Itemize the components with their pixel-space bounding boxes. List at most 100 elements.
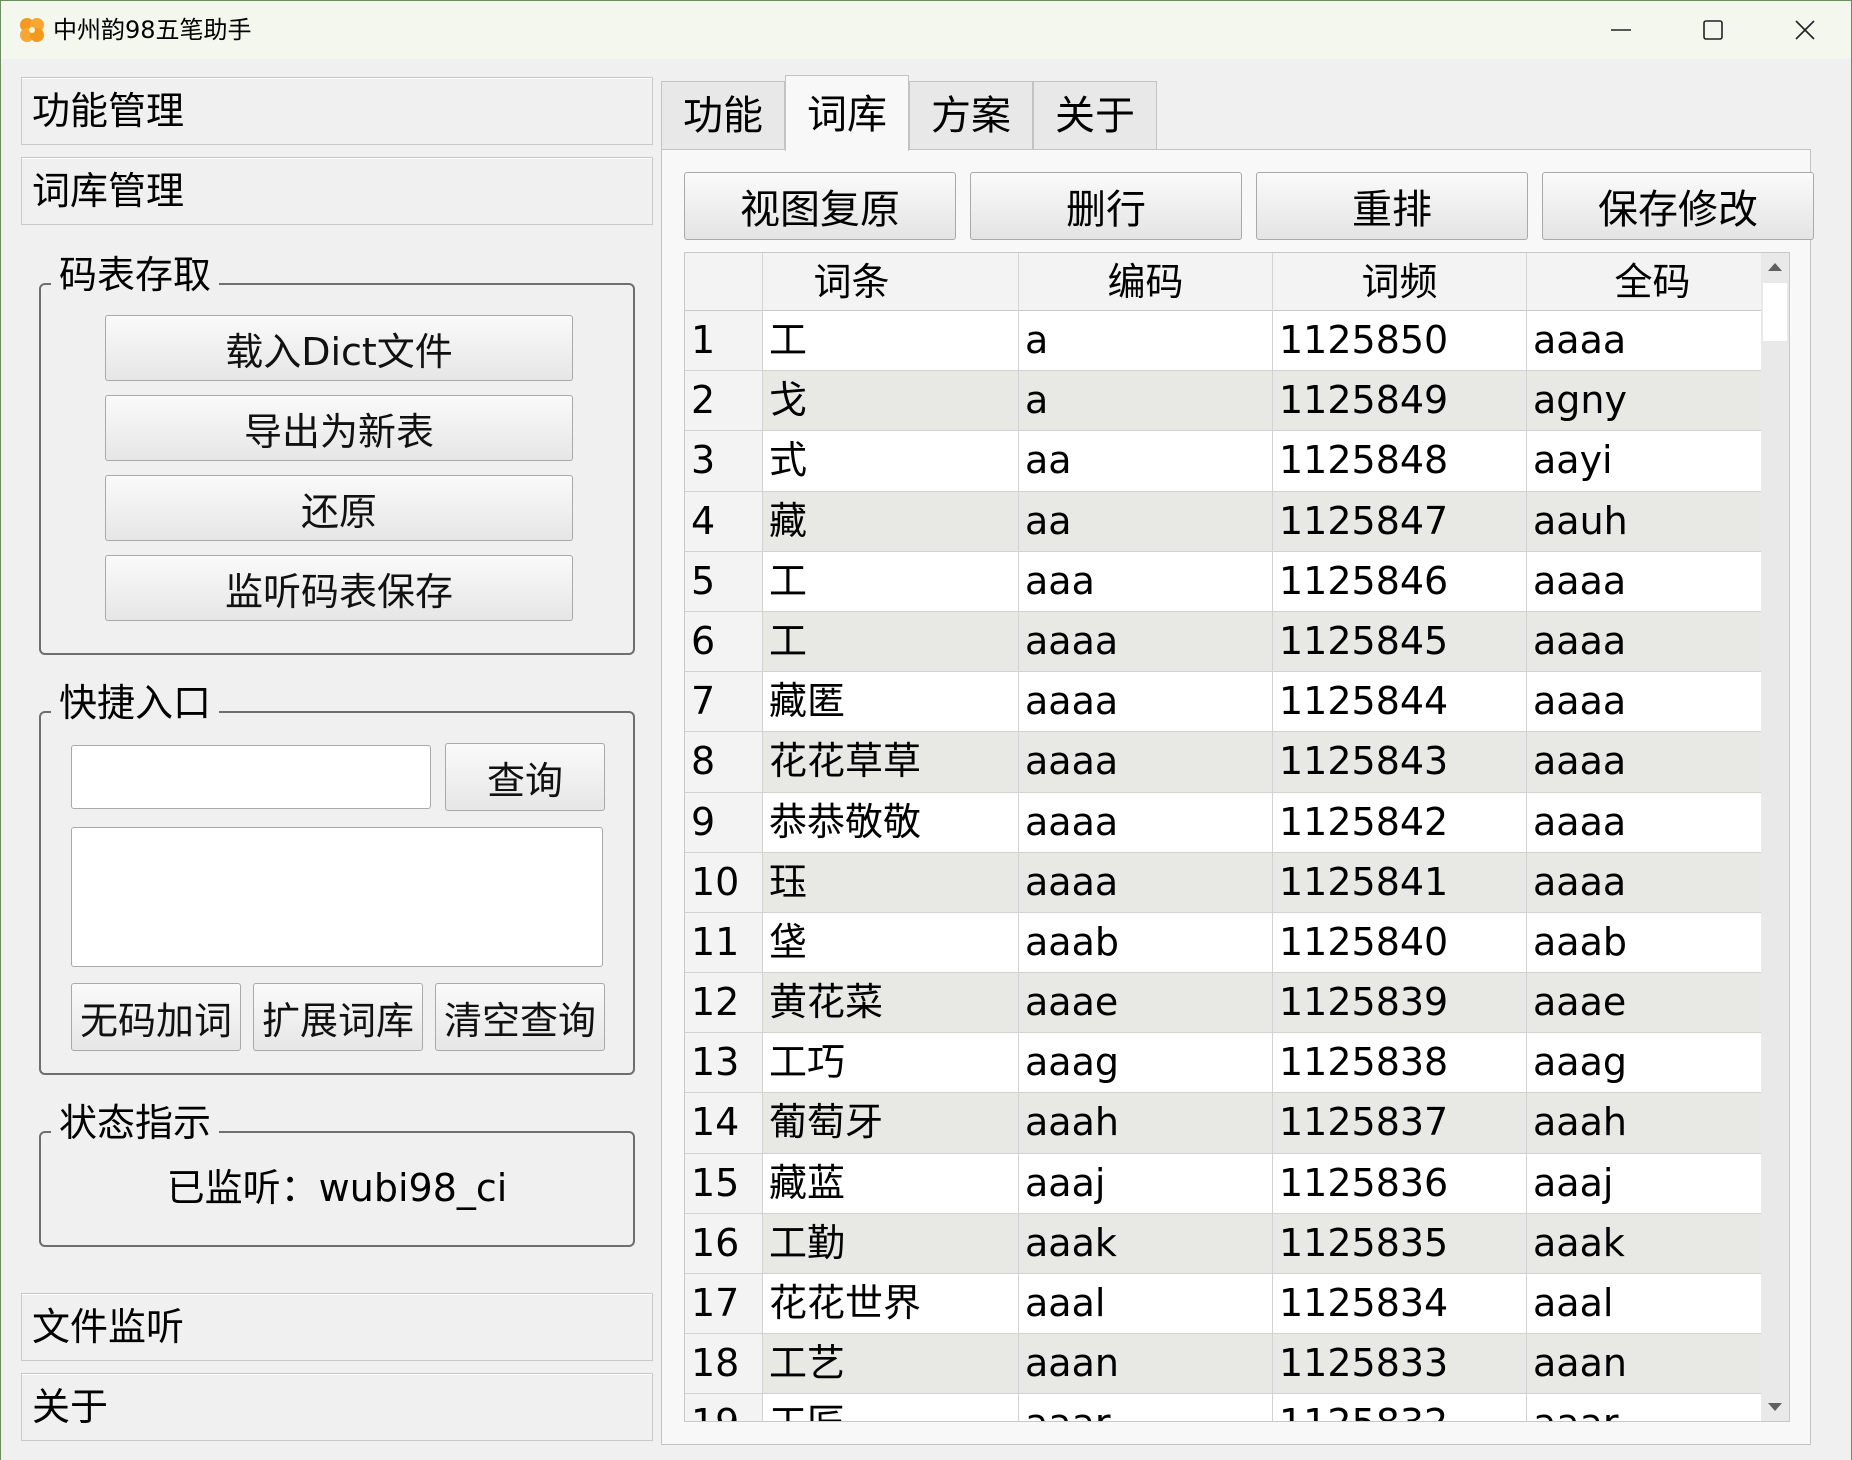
freq-cell[interactable]: 1125846	[1273, 551, 1527, 611]
fullcode-cell[interactable]: aaal	[1527, 1274, 1779, 1334]
row-number-cell[interactable]: 3	[685, 431, 763, 491]
table-row[interactable]: 15 藏蓝 aaaj 1125836 aaaj	[685, 1153, 1779, 1214]
nav-about[interactable]: 关于	[21, 1373, 653, 1441]
freq-cell[interactable]: 1125843	[1273, 732, 1527, 792]
resort-button[interactable]: 重排	[1256, 172, 1528, 240]
table-row[interactable]: 12 黄花菜 aaae 1125839 aaae	[685, 973, 1779, 1034]
word-cell[interactable]: 工	[763, 311, 1019, 371]
view-restore-button[interactable]: 视图复原	[684, 172, 956, 240]
table-row[interactable]: 8 花花草草 aaaa 1125843 aaaa	[685, 732, 1779, 793]
row-number-cell[interactable]: 11	[685, 912, 763, 973]
save-changes-button[interactable]: 保存修改	[1542, 172, 1814, 240]
tab-dict[interactable]: 词库	[785, 75, 909, 151]
word-cell[interactable]: 工	[763, 611, 1019, 672]
word-cell[interactable]: 垡	[763, 912, 1019, 973]
fullcode-cell[interactable]: aaaa	[1527, 551, 1779, 611]
load-dict-button[interactable]: 载入Dict文件	[105, 315, 573, 381]
tab-function[interactable]: 功能	[661, 81, 785, 149]
freq-cell[interactable]: 1125833	[1273, 1334, 1527, 1394]
code-cell[interactable]: aaal	[1019, 1274, 1273, 1334]
freq-cell[interactable]: 1125849	[1273, 371, 1527, 431]
table-row[interactable]: 18 工艺 aaan 1125833 aaan	[685, 1334, 1779, 1395]
freq-cell[interactable]: 1125839	[1273, 973, 1527, 1033]
word-cell[interactable]: 珏	[763, 852, 1019, 912]
fullcode-cell[interactable]: aaaa	[1527, 611, 1779, 672]
word-cell[interactable]: 工	[763, 551, 1019, 611]
scroll-down-arrow[interactable]	[1761, 1393, 1789, 1421]
nav-file-monitor[interactable]: 文件监听	[21, 1293, 653, 1361]
table-row[interactable]: 14 葡萄牙 aaah 1125837 aaah	[685, 1093, 1779, 1154]
expand-dict-button[interactable]: 扩展词库	[253, 983, 423, 1051]
table-row[interactable]: 10 珏 aaaa 1125841 aaaa	[685, 852, 1779, 913]
row-number-cell[interactable]: 17	[685, 1274, 763, 1334]
table-row[interactable]: 3 式 aa 1125848 aayi	[685, 431, 1779, 492]
freq-cell[interactable]: 1125838	[1273, 1033, 1527, 1093]
delete-row-button[interactable]: 删行	[970, 172, 1242, 240]
word-cell[interactable]: 黄花菜	[763, 973, 1019, 1033]
clear-query-button[interactable]: 清空查询	[435, 983, 605, 1051]
fullcode-cell[interactable]: aaaa	[1527, 311, 1779, 371]
code-cell[interactable]: aaar	[1019, 1394, 1273, 1421]
scrollbar-thumb[interactable]	[1763, 283, 1787, 341]
table-row[interactable]: 9 恭恭敬敬 aaaa 1125842 aaaa	[685, 792, 1779, 853]
column-header-code[interactable]: 编码	[1019, 253, 1273, 311]
fullcode-cell[interactable]: aaaa	[1527, 792, 1779, 852]
word-cell[interactable]: 恭恭敬敬	[763, 792, 1019, 852]
fullcode-cell[interactable]: aauh	[1527, 491, 1779, 551]
column-header-word[interactable]: 词条	[685, 253, 1019, 311]
code-cell[interactable]: aaag	[1019, 1033, 1273, 1093]
word-cell[interactable]: 工巧	[763, 1033, 1019, 1093]
row-number-cell[interactable]: 12	[685, 973, 763, 1033]
nav-function-mgmt[interactable]: 功能管理	[21, 77, 653, 145]
word-cell[interactable]: 戈	[763, 371, 1019, 431]
table-row[interactable]: 6 工 aaaa 1125845 aaaa	[685, 611, 1779, 673]
column-header-fullcode[interactable]: 全码	[1527, 253, 1779, 311]
row-number-cell[interactable]: 14	[685, 1093, 763, 1153]
scroll-up-arrow[interactable]	[1761, 253, 1789, 281]
freq-cell[interactable]: 1125841	[1273, 852, 1527, 912]
row-number-cell[interactable]: 18	[685, 1334, 763, 1394]
tab-scheme[interactable]: 方案	[909, 81, 1033, 149]
word-cell[interactable]: 花花草草	[763, 732, 1019, 792]
close-button[interactable]	[1759, 1, 1851, 59]
freq-cell[interactable]: 1125836	[1273, 1153, 1527, 1213]
fullcode-cell[interactable]: aaab	[1527, 912, 1779, 973]
table-row[interactable]: 16 工勤 aaak 1125835 aaak	[685, 1213, 1779, 1274]
row-number-cell[interactable]: 16	[685, 1213, 763, 1273]
table-row[interactable]: 11 垡 aaab 1125840 aaab	[685, 912, 1779, 974]
fullcode-cell[interactable]: aaag	[1527, 1033, 1779, 1093]
freq-cell[interactable]: 1125835	[1273, 1213, 1527, 1273]
word-cell[interactable]: 藏	[763, 491, 1019, 551]
row-number-cell[interactable]: 8	[685, 732, 763, 792]
add-word-button[interactable]: 无码加词	[71, 983, 241, 1051]
fullcode-cell[interactable]: aaaa	[1527, 852, 1779, 912]
maximize-button[interactable]	[1667, 1, 1759, 59]
freq-cell[interactable]: 1125844	[1273, 672, 1527, 732]
freq-cell[interactable]: 1125842	[1273, 792, 1527, 852]
code-cell[interactable]: aaan	[1019, 1334, 1273, 1394]
fullcode-cell[interactable]: aaar	[1527, 1394, 1779, 1421]
code-cell[interactable]: aaaa	[1019, 732, 1273, 792]
table-row[interactable]: 19工匠aaar1125832aaar	[685, 1394, 1779, 1421]
freq-cell[interactable]: 1125837	[1273, 1093, 1527, 1153]
row-number-cell[interactable]: 1	[685, 311, 763, 371]
row-number-cell[interactable]: 10	[685, 852, 763, 912]
column-header-freq[interactable]: 词频	[1273, 253, 1527, 311]
freq-cell[interactable]: 1125850	[1273, 311, 1527, 371]
export-new-button[interactable]: 导出为新表	[105, 395, 573, 461]
code-cell[interactable]: aaa	[1019, 551, 1273, 611]
result-textarea[interactable]	[71, 827, 603, 967]
freq-cell[interactable]: 1125832	[1273, 1394, 1527, 1421]
freq-cell[interactable]: 1125834	[1273, 1274, 1527, 1334]
code-cell[interactable]: a	[1019, 371, 1273, 431]
fullcode-cell[interactable]: aayi	[1527, 431, 1779, 491]
fullcode-cell[interactable]: aaae	[1527, 973, 1779, 1033]
code-cell[interactable]: a	[1019, 311, 1273, 371]
fullcode-cell[interactable]: agny	[1527, 371, 1779, 431]
query-button[interactable]: 查询	[445, 743, 605, 811]
fullcode-cell[interactable]: aaaa	[1527, 732, 1779, 792]
fullcode-cell[interactable]: aaan	[1527, 1334, 1779, 1394]
table-row[interactable]: 5 工 aaa 1125846 aaaa	[685, 551, 1779, 612]
freq-cell[interactable]: 1125848	[1273, 431, 1527, 491]
table-row[interactable]: 4 藏 aa 1125847 aauh	[685, 491, 1779, 552]
